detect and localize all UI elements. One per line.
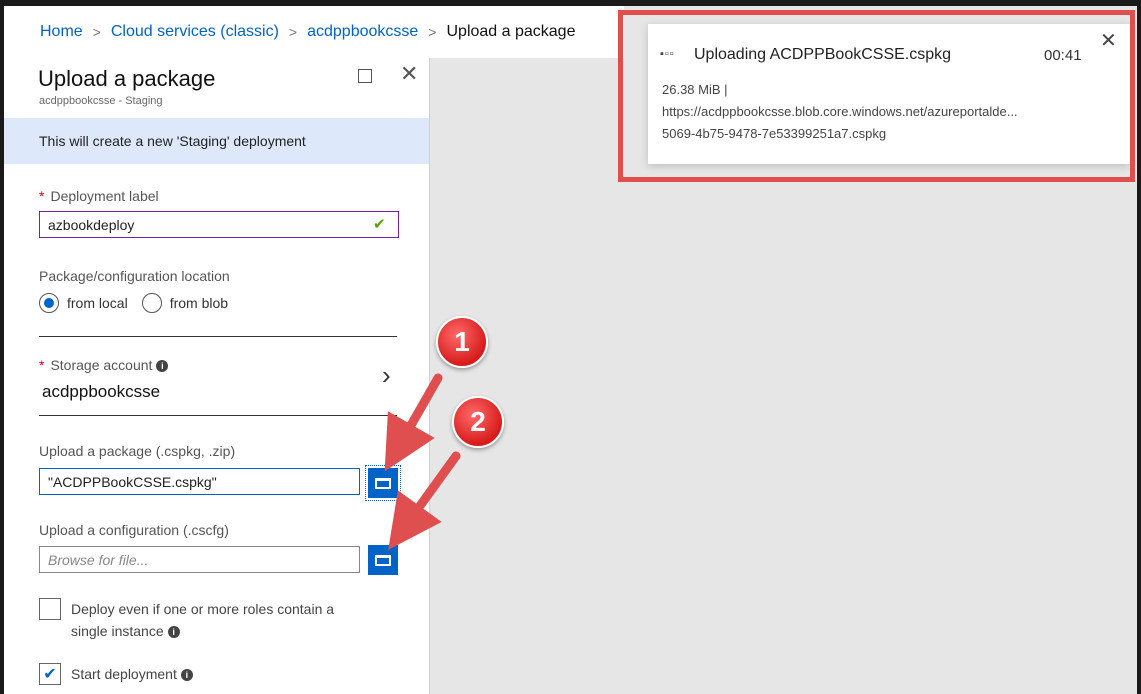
upload-package-input[interactable]: "ACDPPBookCSSE.cspkg" — [39, 468, 360, 495]
annotation-badge-2: 2 — [452, 396, 504, 448]
close-icon[interactable]: ✕ — [400, 63, 418, 85]
divider — [39, 336, 397, 337]
breadcrumb-home[interactable]: Home — [40, 23, 83, 41]
breadcrumb-current: Upload a package — [446, 23, 576, 40]
required-marker: * — [39, 357, 45, 373]
breadcrumb-acdppbookcsse[interactable]: acdppbookcsse — [307, 23, 418, 41]
upload-configuration-label: Upload a configuration (.cscfg) — [39, 522, 229, 538]
browse-package-button[interactable] — [365, 465, 401, 501]
upload-configuration-input[interactable]: Browse for file... — [39, 546, 360, 573]
info-icon: i — [167, 626, 180, 639]
deployment-label-label: * Deployment label — [39, 188, 159, 204]
checkmark-icon: ✔ — [373, 216, 386, 233]
folder-icon — [375, 554, 391, 566]
required-marker: * — [39, 188, 45, 204]
info-banner: This will create a new 'Staging' deploym… — [4, 118, 429, 164]
info-icon: i — [156, 360, 169, 373]
storage-account-value[interactable]: acdppbookcsse — [42, 382, 160, 402]
chevron-right-icon: > — [428, 24, 437, 40]
blade-subtitle: acdppbookcsse - Staging — [39, 95, 163, 107]
breadcrumb-cloud-services[interactable]: Cloud services (classic) — [111, 23, 279, 41]
start-deployment-checkbox[interactable]: ✔ — [39, 663, 61, 685]
breadcrumb: Home > Cloud services (classic) > acdppb… — [4, 6, 624, 58]
notification-highlight-box — [618, 10, 1135, 182]
radio-from-local[interactable] — [39, 293, 59, 313]
chevron-right-icon: > — [288, 24, 298, 40]
upload-package-label: Upload a package (.cspkg, .zip) — [39, 443, 236, 459]
radio-from-blob-label: from blob — [169, 295, 229, 311]
radio-from-blob[interactable] — [141, 293, 162, 313]
upload-package-blade: Upload a package acdppbookcsse - Staging… — [4, 58, 430, 694]
blade-title: Upload a package — [38, 66, 216, 91]
chevron-right-icon[interactable]: › — [382, 360, 391, 391]
deployment-label-input[interactable]: azbookdeploy — [39, 211, 399, 238]
info-icon: i — [180, 669, 193, 682]
chevron-right-icon: > — [92, 24, 101, 40]
storage-account-label: * Storage account i — [39, 357, 169, 373]
annotation-badge-1: 1 — [436, 316, 488, 368]
folder-icon — [375, 477, 391, 489]
radio-from-local-label: from local — [67, 295, 128, 311]
deploy-single-instance-checkbox[interactable] — [39, 598, 61, 620]
location-radio-group: from local from blob — [39, 293, 242, 313]
browse-configuration-button[interactable] — [368, 545, 398, 575]
location-label: Package/configuration location — [39, 268, 230, 284]
window-frame-right — [1137, 0, 1141, 694]
maximize-icon[interactable] — [358, 69, 372, 83]
divider — [39, 415, 397, 416]
start-deployment-label: Start deployment i — [71, 663, 193, 685]
info-banner-text: This will create a new 'Staging' deploym… — [39, 133, 306, 149]
deploy-single-instance-label: Deploy even if one or more roles contain… — [71, 601, 335, 639]
